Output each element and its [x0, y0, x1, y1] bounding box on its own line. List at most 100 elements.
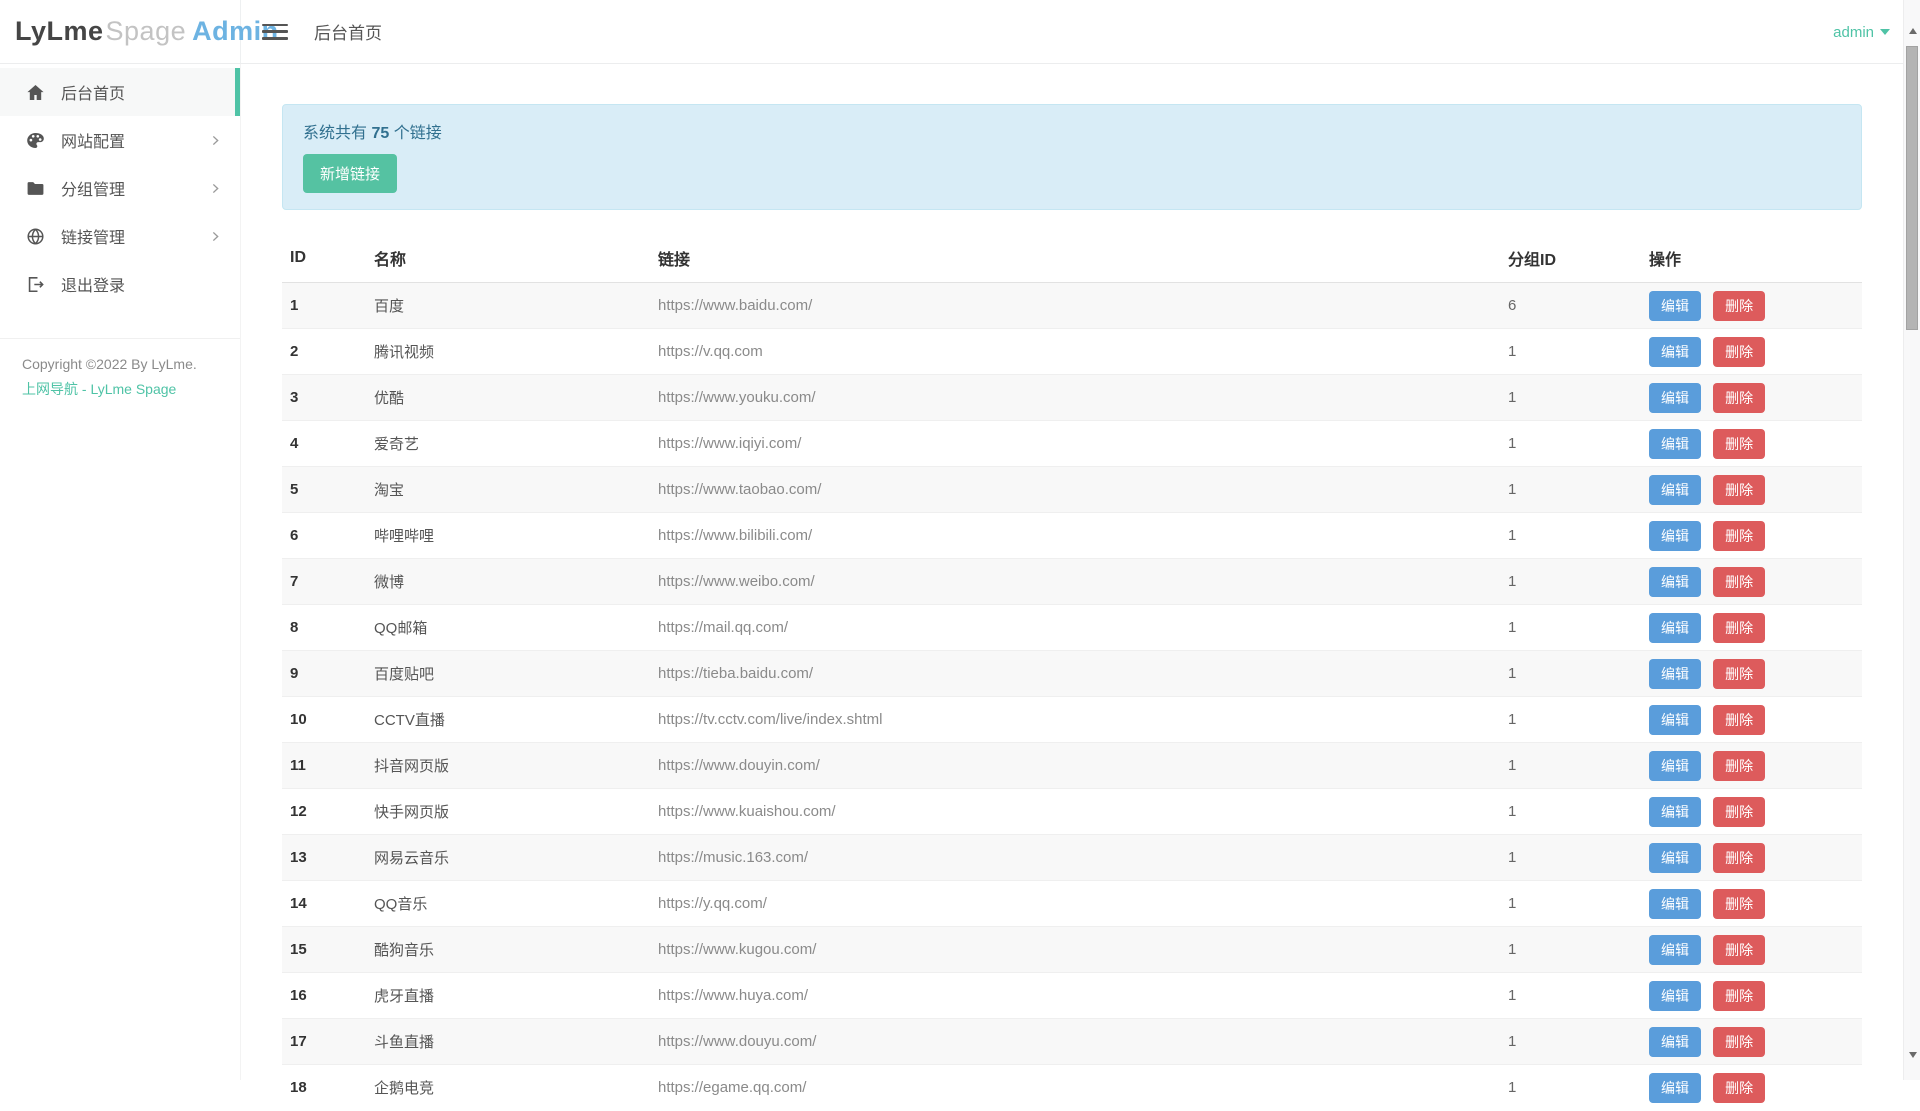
user-dropdown[interactable]: admin [1833, 0, 1890, 64]
delete-button[interactable]: 删除 [1713, 613, 1765, 643]
edit-button[interactable]: 编辑 [1649, 383, 1701, 413]
row-actions: 编辑 删除 [1641, 329, 1862, 375]
edit-button[interactable]: 编辑 [1649, 429, 1701, 459]
edit-button[interactable]: 编辑 [1649, 797, 1701, 827]
sidebar-item-label: 退出登录 [61, 272, 125, 296]
delete-button[interactable]: 删除 [1713, 475, 1765, 505]
home-icon [25, 82, 45, 102]
delete-button[interactable]: 删除 [1713, 429, 1765, 459]
row-group-id: 1 [1500, 605, 1641, 651]
scroll-up-arrow-icon[interactable] [1904, 24, 1920, 38]
sidebar-footer: Copyright ©2022 By LyLme. 上网导航 - LyLme S… [0, 339, 240, 400]
edit-button[interactable]: 编辑 [1649, 613, 1701, 643]
row-url: https://www.douyin.com/ [650, 743, 1500, 789]
main-content: 系统共有 75 个链接 新增链接 ID 名称 链接 分组ID 操作 1 百度 h… [241, 64, 1920, 1080]
edit-button[interactable]: 编辑 [1649, 475, 1701, 505]
table-row: 18 企鹅电竞 https://egame.qq.com/ 1 编辑 删除 [282, 1065, 1862, 1111]
edit-button[interactable]: 编辑 [1649, 889, 1701, 919]
row-id: 18 [282, 1065, 366, 1111]
row-id: 9 [282, 651, 366, 697]
delete-button[interactable]: 删除 [1713, 797, 1765, 827]
row-url: https://mail.qq.com/ [650, 605, 1500, 651]
row-actions: 编辑 删除 [1641, 927, 1862, 973]
table-row: 2 腾讯视频 https://v.qq.com 1 编辑 删除 [282, 329, 1862, 375]
user-dropdown-label: admin [1833, 24, 1874, 41]
delete-button[interactable]: 删除 [1713, 981, 1765, 1011]
delete-button[interactable]: 删除 [1713, 1027, 1765, 1057]
edit-button[interactable]: 编辑 [1649, 521, 1701, 551]
table-row: 16 虎牙直播 https://www.huya.com/ 1 编辑 删除 [282, 973, 1862, 1019]
sidebar: 后台首页 网站配置 分组管理 链接管理 退出登录 [0, 64, 241, 1080]
delete-button[interactable]: 删除 [1713, 521, 1765, 551]
edit-button[interactable]: 编辑 [1649, 567, 1701, 597]
row-group-id: 6 [1500, 283, 1641, 329]
delete-button[interactable]: 删除 [1713, 751, 1765, 781]
scroll-down-arrow-icon[interactable] [1904, 1048, 1920, 1062]
footer-link-spage[interactable]: LyLme Spage [90, 381, 176, 397]
delete-button[interactable]: 删除 [1713, 659, 1765, 689]
sidebar-item-site-config[interactable]: 网站配置 [0, 116, 240, 164]
delete-button[interactable]: 删除 [1713, 1073, 1765, 1103]
delete-button[interactable]: 删除 [1713, 337, 1765, 367]
scrollbar[interactable] [1903, 0, 1920, 1080]
edit-button[interactable]: 编辑 [1649, 751, 1701, 781]
delete-button[interactable]: 删除 [1713, 383, 1765, 413]
delete-button[interactable]: 删除 [1713, 889, 1765, 919]
table-row: 4 爱奇艺 https://www.iqiyi.com/ 1 编辑 删除 [282, 421, 1862, 467]
row-id: 5 [282, 467, 366, 513]
sidebar-item-home[interactable]: 后台首页 [0, 68, 240, 116]
delete-button[interactable]: 删除 [1713, 567, 1765, 597]
row-url: https://tieba.baidu.com/ [650, 651, 1500, 697]
edit-button[interactable]: 编辑 [1649, 1073, 1701, 1103]
edit-button[interactable]: 编辑 [1649, 705, 1701, 735]
row-id: 4 [282, 421, 366, 467]
add-link-button[interactable]: 新增链接 [303, 154, 397, 193]
edit-button[interactable]: 编辑 [1649, 1027, 1701, 1057]
row-name: 微博 [366, 559, 650, 605]
chevron-right-icon [209, 230, 222, 243]
row-id: 8 [282, 605, 366, 651]
row-name: 爱奇艺 [366, 421, 650, 467]
row-id: 13 [282, 835, 366, 881]
row-name: 酷狗音乐 [366, 927, 650, 973]
table-row: 10 CCTV直播 https://tv.cctv.com/live/index… [282, 697, 1862, 743]
row-url: https://www.weibo.com/ [650, 559, 1500, 605]
row-group-id: 1 [1500, 1065, 1641, 1111]
edit-button[interactable]: 编辑 [1649, 291, 1701, 321]
hamburger-menu-icon[interactable] [262, 22, 288, 42]
table-row: 8 QQ邮箱 https://mail.qq.com/ 1 编辑 删除 [282, 605, 1862, 651]
sidebar-item-logout[interactable]: 退出登录 [0, 260, 240, 308]
delete-button[interactable]: 删除 [1713, 935, 1765, 965]
caret-down-icon [1880, 29, 1890, 35]
sidebar-item-link-manage[interactable]: 链接管理 [0, 212, 240, 260]
row-actions: 编辑 删除 [1641, 789, 1862, 835]
footer-link-nav[interactable]: 上网导航 [22, 381, 78, 397]
row-url: https://www.kugou.com/ [650, 927, 1500, 973]
chevron-right-icon [209, 182, 222, 195]
delete-button[interactable]: 删除 [1713, 291, 1765, 321]
edit-button[interactable]: 编辑 [1649, 981, 1701, 1011]
edit-button[interactable]: 编辑 [1649, 935, 1701, 965]
edit-button[interactable]: 编辑 [1649, 337, 1701, 367]
row-id: 2 [282, 329, 366, 375]
row-name: 企鹅电竞 [366, 1065, 650, 1111]
topbar: LyLmeSpageAdmin 后台首页 admin [0, 0, 1920, 64]
delete-button[interactable]: 删除 [1713, 705, 1765, 735]
row-name: 淘宝 [366, 467, 650, 513]
edit-button[interactable]: 编辑 [1649, 843, 1701, 873]
copyright-text: Copyright ©2022 By LyLme. [22, 353, 240, 375]
row-group-id: 1 [1500, 927, 1641, 973]
sidebar-item-group-manage[interactable]: 分组管理 [0, 164, 240, 212]
row-url: https://www.douyu.com/ [650, 1019, 1500, 1065]
row-url: https://www.baidu.com/ [650, 283, 1500, 329]
row-actions: 编辑 删除 [1641, 1019, 1862, 1065]
delete-button[interactable]: 删除 [1713, 843, 1765, 873]
logout-icon [25, 274, 45, 294]
edit-button[interactable]: 编辑 [1649, 659, 1701, 689]
row-name: 快手网页版 [366, 789, 650, 835]
column-header-name: 名称 [366, 236, 650, 283]
row-id: 6 [282, 513, 366, 559]
link-count-text: 系统共有 75 个链接 [303, 119, 1841, 143]
row-name: 腾讯视频 [366, 329, 650, 375]
scrollbar-thumb[interactable] [1906, 46, 1918, 330]
